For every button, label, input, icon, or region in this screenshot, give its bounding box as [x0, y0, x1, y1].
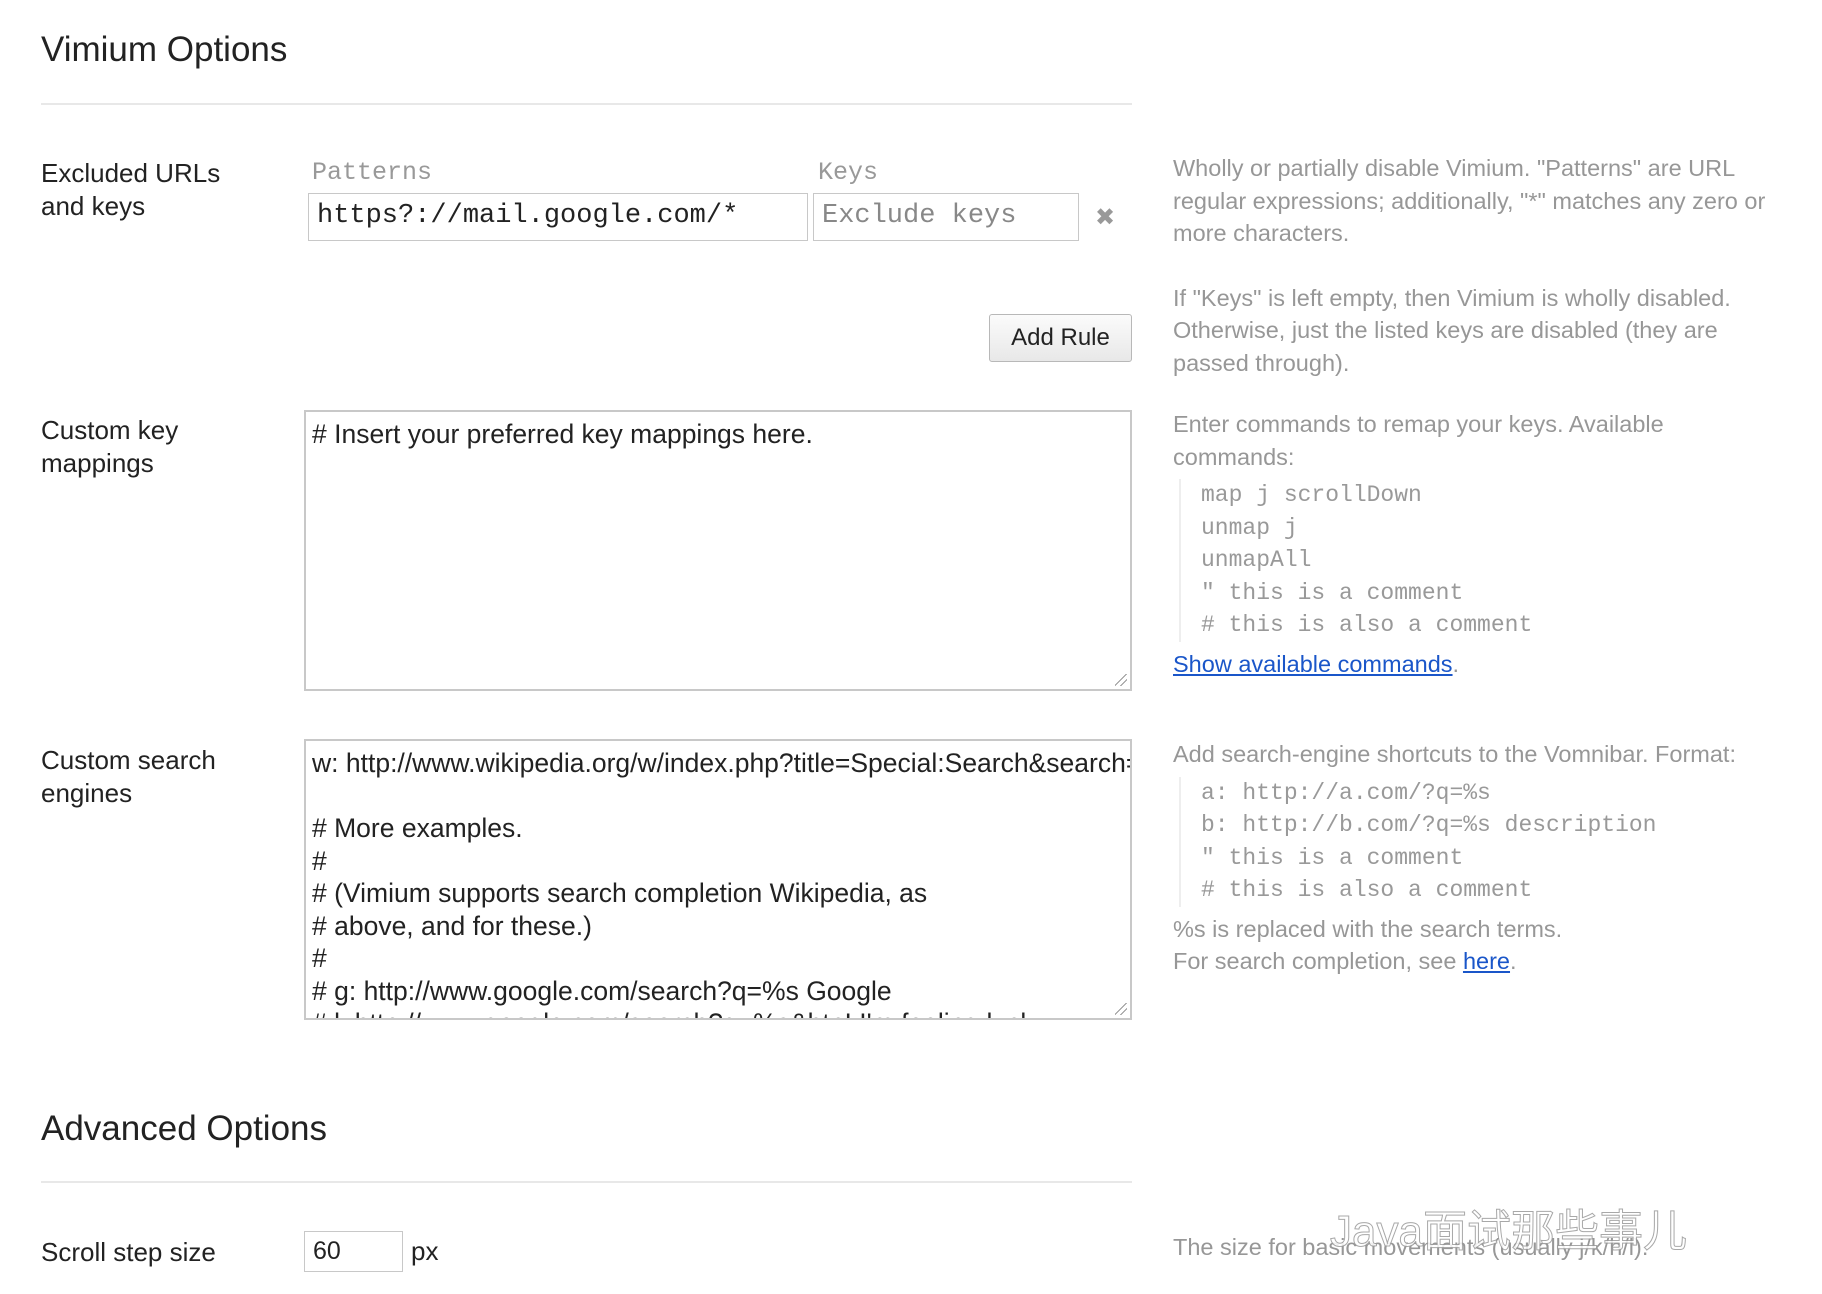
excluded-help-1: Wholly or partially disable Vimium. "Pat…: [1173, 155, 1766, 246]
key-mappings-help: Enter commands to remap your keys. Avail…: [1173, 408, 1773, 680]
advanced-title: Advanced Options: [41, 1109, 328, 1148]
here-link[interactable]: here: [1463, 948, 1510, 974]
punct: .: [1510, 948, 1517, 974]
search-engines-text: w: http://www.wikipedia.org/w/index.php?…: [312, 748, 1132, 1018]
keys-header: Keys: [818, 158, 879, 187]
show-commands-link[interactable]: Show available commands: [1173, 651, 1453, 677]
key-mappings-examples: map j scrollDown unmap j unmapAll " this…: [1179, 479, 1773, 642]
key-mappings-label: Custom key mappings: [41, 415, 179, 478]
patterns-header: Patterns: [312, 158, 433, 187]
search-examples: a: http://a.com/?q=%s b: http://b.com/?q…: [1179, 776, 1773, 907]
excluded-help-2: If "Keys" is left empty, then Vimium is …: [1173, 284, 1731, 376]
search-help-text: Add search-engine shortcuts to the Vomni…: [1173, 741, 1736, 767]
search-engines-textarea[interactable]: w: http://www.wikipedia.org/w/index.php?…: [304, 739, 1132, 1020]
search-engines-help: Add search-engine shortcuts to the Vomni…: [1173, 738, 1773, 978]
add-rule-button[interactable]: Add Rule: [989, 314, 1132, 362]
excluded-help: Wholly or partially disable Vimium. "Pat…: [1173, 152, 1773, 379]
search-help-2: %s is replaced with the search terms.: [1173, 915, 1563, 942]
divider: [41, 1181, 1132, 1183]
key-mappings-textarea[interactable]: # Insert your preferred key mappings her…: [304, 410, 1132, 691]
excluded-urls-label: Excluded URLs and keys: [41, 158, 221, 221]
punct: .: [1452, 650, 1460, 677]
divider: [41, 103, 1132, 105]
key-mappings-text: # Insert your preferred key mappings her…: [312, 419, 813, 449]
remove-rule-icon[interactable]: ✖: [1095, 203, 1115, 232]
scroll-step-input[interactable]: 60: [304, 1231, 403, 1272]
search-help-3: For search completion, see: [1173, 948, 1463, 974]
resize-handle[interactable]: [1115, 674, 1127, 686]
scroll-step-label: Scroll step size: [41, 1237, 216, 1267]
key-mappings-help-text: Enter commands to remap your keys. Avail…: [1173, 411, 1664, 470]
exclude-keys-input[interactable]: Exclude keys: [813, 193, 1079, 241]
scroll-unit: px: [411, 1236, 439, 1266]
resize-handle[interactable]: [1115, 1003, 1127, 1015]
search-engines-label: Custom search engines: [41, 745, 216, 808]
page-title: Vimium Options: [41, 30, 288, 69]
pattern-input[interactable]: https?://mail.google.com/*: [308, 193, 808, 241]
watermark: Java面试那些事儿: [1330, 1207, 1688, 1257]
